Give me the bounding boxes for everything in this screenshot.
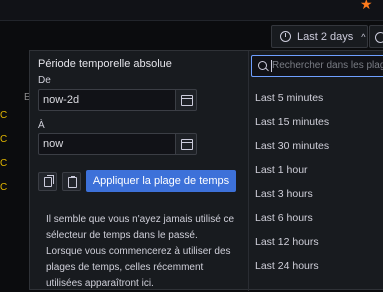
to-calendar-button[interactable]: [175, 133, 197, 155]
time-range-label: Last 2 days: [297, 30, 354, 43]
recent-ranges-info: Il semble que vous n'ayez jamais utilisé…: [46, 214, 235, 289]
quick-range-option[interactable]: Last 1 hour: [249, 158, 383, 182]
time-picker-popover: Période temporelle absolue De now-2d À n…: [29, 50, 383, 291]
apply-time-range-button[interactable]: Appliquer la plage de temps: [86, 170, 236, 192]
search-icon: [258, 61, 267, 70]
quick-range-option[interactable]: Last 24 hours: [249, 254, 383, 278]
quick-range-option[interactable]: Last 15 minutes: [249, 110, 383, 134]
copy-icon: [44, 175, 54, 187]
paste-button[interactable]: [62, 172, 81, 191]
search-placeholder: Rechercher dans les plages: [272, 60, 383, 71]
from-calendar-button[interactable]: [175, 89, 197, 111]
quick-range-option[interactable]: Last 12 hours: [249, 230, 383, 254]
copy-button[interactable]: [38, 172, 57, 191]
to-input[interactable]: now: [38, 133, 196, 155]
zoom-icon: [375, 32, 383, 43]
clock-icon: [280, 31, 291, 42]
background-letter: C: [0, 158, 8, 169]
divider: [0, 20, 383, 21]
background-letter: C: [0, 110, 8, 121]
zoom-out-button[interactable]: [369, 25, 383, 48]
quick-range-option[interactable]: Last 6 hours: [249, 206, 383, 230]
chevron-up-icon: ^: [361, 31, 366, 42]
quick-ranges-pane: Rechercher dans les plages Last 5 minute…: [249, 51, 383, 291]
quick-range-option[interactable]: Last 5 minutes: [249, 86, 383, 110]
background-column: C C C C: [0, 110, 10, 206]
calendar-icon: [181, 95, 193, 106]
from-input[interactable]: now-2d: [38, 89, 196, 111]
absolute-range-pane: Période temporelle absolue De now-2d À n…: [30, 51, 248, 291]
time-range-button[interactable]: Last 2 days ^: [271, 25, 368, 48]
quick-range-option[interactable]: Last 3 hours: [249, 182, 383, 206]
background-letter: C: [0, 182, 8, 193]
from-label: De: [38, 75, 51, 86]
clipboard-icon: [68, 176, 77, 188]
background-letter: C: [0, 134, 8, 145]
star-icon[interactable]: ★: [360, 0, 373, 13]
search-input[interactable]: Rechercher dans les plages: [251, 55, 383, 77]
calendar-icon: [181, 139, 193, 150]
top-bar: [0, 0, 383, 20]
quick-range-list: Last 5 minutes Last 15 minutes Last 30 m…: [249, 86, 383, 278]
quick-range-option[interactable]: Last 30 minutes: [249, 134, 383, 158]
to-label: À: [38, 120, 45, 131]
absolute-range-title: Période temporelle absolue: [38, 58, 172, 70]
